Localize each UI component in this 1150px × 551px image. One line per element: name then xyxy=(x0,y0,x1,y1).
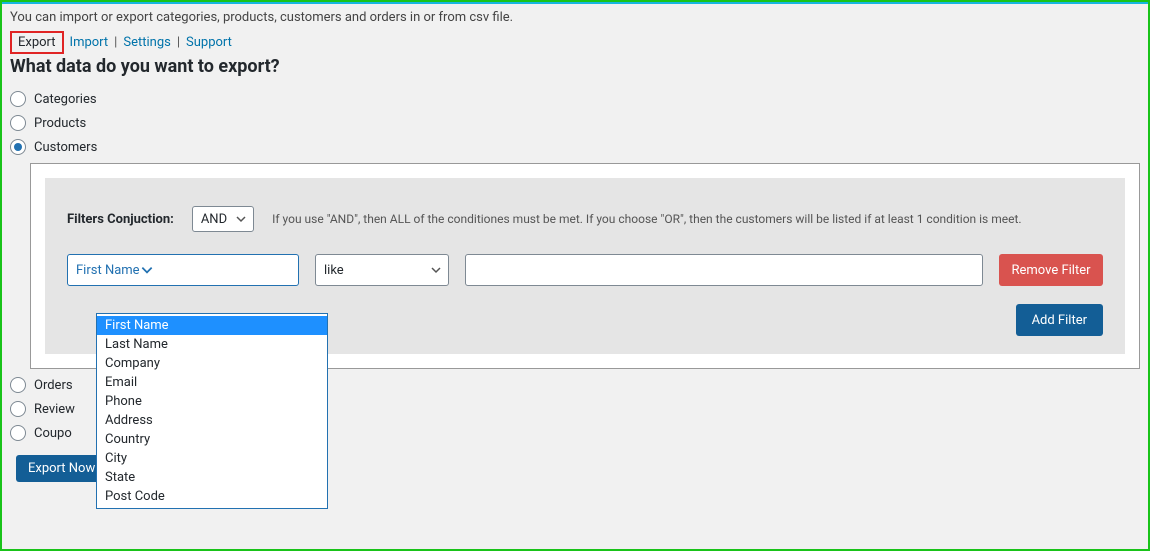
nav-separator: | xyxy=(114,35,117,50)
dropdown-option-email[interactable]: Email xyxy=(97,373,327,392)
conjuction-select[interactable]: AND xyxy=(192,206,254,232)
radio-products[interactable] xyxy=(10,115,26,131)
intro-text: You can import or export categories, pro… xyxy=(10,10,1140,25)
field-select-value: First Name xyxy=(76,263,140,278)
radio-coupons-label: Coupo xyxy=(34,426,72,441)
conjuction-label: Filters Conjuction: xyxy=(67,212,174,227)
tab-support[interactable]: Support xyxy=(186,35,232,50)
nav-separator: | xyxy=(177,35,180,50)
radio-orders[interactable] xyxy=(10,377,26,393)
chevron-down-icon xyxy=(235,213,247,225)
radio-reviews[interactable] xyxy=(10,401,26,417)
nav-tabs: Export Import | Settings | Support xyxy=(10,31,1140,54)
page-title: What data do you want to export? xyxy=(10,56,1140,77)
dropdown-option-company[interactable]: Company xyxy=(97,354,327,373)
tab-export[interactable]: Export xyxy=(10,31,64,54)
radio-categories[interactable] xyxy=(10,91,26,107)
conjuction-hint: If you use "AND", then ALL of the condit… xyxy=(272,212,1021,226)
field-select[interactable]: First Name xyxy=(67,254,299,286)
chevron-down-icon xyxy=(430,264,442,276)
dropdown-option-phone[interactable]: Phone xyxy=(97,392,327,411)
remove-filter-button[interactable]: Remove Filter xyxy=(999,254,1103,286)
dropdown-option-last-name[interactable]: Last Name xyxy=(97,335,327,354)
operator-select[interactable]: like xyxy=(315,254,449,286)
dropdown-option-address[interactable]: Address xyxy=(97,411,327,430)
dropdown-option-city[interactable]: City xyxy=(97,449,327,468)
chevron-down-icon xyxy=(140,263,154,277)
conjuction-value: AND xyxy=(201,212,227,227)
dropdown-option-first-name[interactable]: First Name xyxy=(97,316,327,335)
radio-customers[interactable] xyxy=(10,139,26,155)
radio-coupons[interactable] xyxy=(10,425,26,441)
filter-value-input[interactable] xyxy=(465,254,983,286)
operator-value: like xyxy=(324,263,344,278)
dropdown-option-post-code[interactable]: Post Code xyxy=(97,487,327,506)
add-filter-button[interactable]: Add Filter xyxy=(1016,304,1103,336)
radio-reviews-label: Review xyxy=(34,402,75,417)
radio-orders-label: Orders xyxy=(34,378,73,393)
tab-settings[interactable]: Settings xyxy=(123,35,170,50)
radio-products-label: Products xyxy=(34,116,86,131)
field-dropdown[interactable]: First Name Last Name Company Email Phone… xyxy=(96,313,328,509)
tab-import[interactable]: Import xyxy=(70,35,109,50)
dropdown-option-country[interactable]: Country xyxy=(97,430,327,449)
radio-categories-label: Categories xyxy=(34,92,97,107)
radio-customers-label: Customers xyxy=(34,140,97,155)
filter-row: First Name like Remove Filte xyxy=(67,254,1103,286)
dropdown-option-state[interactable]: State xyxy=(97,468,327,487)
